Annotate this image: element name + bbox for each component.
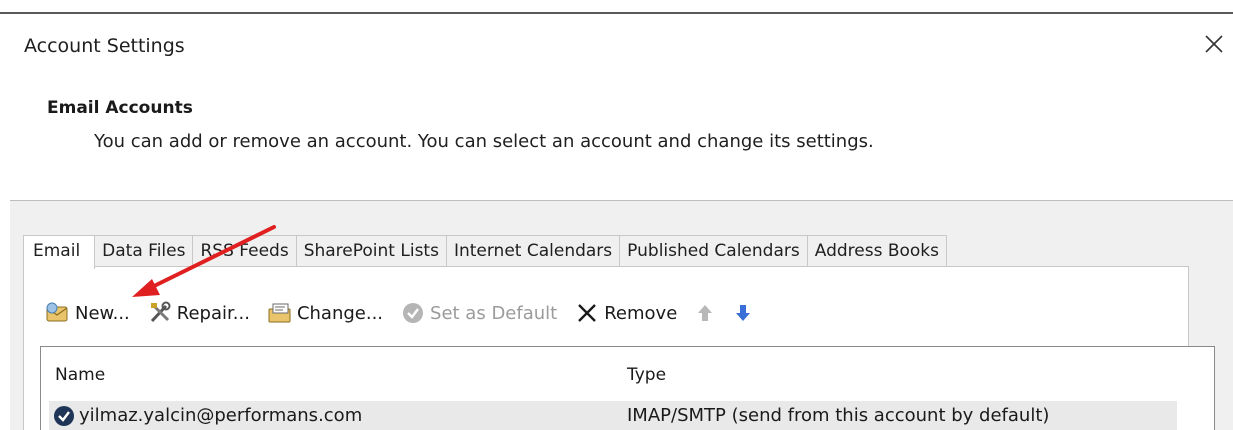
account-toolbar: New... Repair... Change... Set as Defaul… [45, 296, 770, 330]
tab-strip: Email Data Files RSS Feeds SharePoint Li… [23, 235, 948, 269]
tab-email[interactable]: Email [23, 235, 96, 269]
arrow-up-icon[interactable] [694, 302, 716, 324]
column-header-name[interactable]: Name [55, 365, 105, 385]
change-button[interactable]: Change... [267, 300, 383, 326]
new-account-icon [45, 300, 71, 326]
remove-button[interactable]: Remove [574, 300, 677, 326]
remove-button-label: Remove [604, 302, 678, 324]
tab-rss-feeds[interactable]: RSS Feeds [193, 235, 297, 267]
window-top-border [0, 12, 1233, 14]
change-button-label: Change... [296, 302, 384, 324]
accounts-list: Name Type yilmaz.yalcin@performans.com I… [40, 346, 1215, 430]
tab-data-files[interactable]: Data Files [95, 235, 194, 267]
tab-internet-calendars[interactable]: Internet Calendars [446, 235, 621, 267]
account-type-cell: IMAP/SMTP (send from this account by def… [627, 405, 1050, 426]
column-header-type[interactable]: Type [627, 365, 666, 385]
repair-button[interactable]: Repair... [147, 300, 250, 326]
table-row[interactable]: yilmaz.yalcin@performans.com IMAP/SMTP (… [49, 401, 1177, 430]
new-button-label: New... [75, 302, 130, 324]
change-settings-icon [267, 300, 293, 326]
repair-button-label: Repair... [176, 302, 250, 324]
section-heading: Email Accounts [47, 98, 193, 118]
set-as-default-label: Set as Default [430, 302, 558, 324]
check-circle-icon [400, 300, 426, 326]
accounts-list-header: Name Type [41, 347, 1214, 395]
remove-x-icon [574, 300, 600, 326]
tab-published-calendars[interactable]: Published Calendars [620, 235, 808, 267]
set-as-default-button[interactable]: Set as Default [400, 300, 557, 326]
new-button[interactable]: New... [45, 300, 130, 326]
tab-sharepoint-lists[interactable]: SharePoint Lists [296, 235, 447, 267]
section-description: You can add or remove an account. You ca… [94, 131, 874, 152]
default-check-icon [54, 406, 74, 426]
window-title: Account Settings [24, 35, 185, 57]
close-icon[interactable] [1200, 30, 1228, 58]
account-name-cell: yilmaz.yalcin@performans.com [79, 405, 363, 426]
tab-address-books[interactable]: Address Books [807, 235, 948, 267]
repair-tools-icon [147, 300, 173, 326]
arrow-down-icon[interactable] [732, 302, 754, 324]
